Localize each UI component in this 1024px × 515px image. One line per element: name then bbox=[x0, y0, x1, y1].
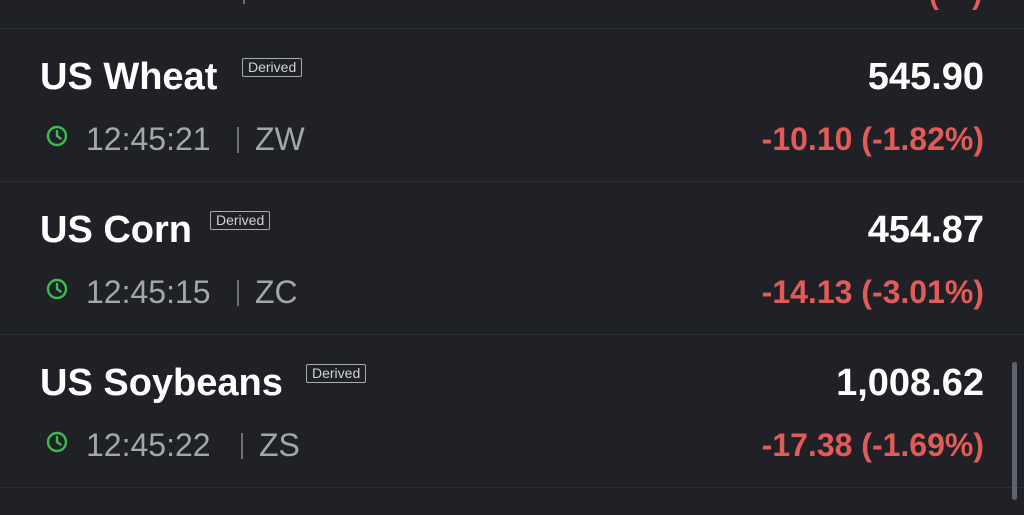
price-change: -10.10 (-1.82%) bbox=[761, 121, 984, 157]
scrollbar[interactable] bbox=[1012, 362, 1017, 500]
time-symbol-divider bbox=[241, 433, 243, 459]
last-price: 545.90 bbox=[867, 56, 984, 98]
instrument-name: US Soybeans bbox=[40, 362, 283, 404]
last-price: 1,008.62 bbox=[836, 362, 984, 404]
derived-badge: Derived bbox=[210, 211, 271, 230]
previous-row-divider bbox=[243, 0, 245, 4]
ticker-symbol: ZW bbox=[255, 121, 305, 157]
quote-time: 12:45:22 bbox=[86, 427, 211, 463]
quote-time: 12:45:15 bbox=[86, 274, 211, 310]
clock-icon bbox=[46, 125, 68, 147]
derived-badge: Derived bbox=[306, 364, 367, 383]
quote-row-us-wheat[interactable]: US Wheat Derived 545.90 12:45:21 ZW -10.… bbox=[0, 29, 1024, 182]
ticker-symbol: ZS bbox=[259, 427, 300, 463]
ticker-symbol: ZC bbox=[255, 274, 298, 310]
price-change: -14.13 (-3.01%) bbox=[761, 274, 984, 310]
clock-icon bbox=[46, 431, 68, 453]
last-price: 454.87 bbox=[867, 209, 984, 251]
time-symbol-divider bbox=[237, 280, 239, 306]
clock-icon bbox=[46, 278, 68, 300]
instrument-name: US Corn bbox=[40, 209, 192, 251]
derived-badge: Derived bbox=[242, 58, 303, 77]
quote-row-us-corn[interactable]: US Corn Derived 454.87 12:45:15 ZC -14.1… bbox=[0, 182, 1024, 335]
time-symbol-divider bbox=[237, 127, 239, 153]
price-change: -17.38 (-1.69%) bbox=[761, 427, 984, 463]
previous-row-partial[interactable]: ( ) bbox=[0, 0, 1024, 29]
previous-row-change: ( ) bbox=[929, 0, 984, 12]
instrument-name: US Wheat bbox=[40, 56, 218, 98]
quote-time: 12:45:21 bbox=[86, 121, 211, 157]
quote-row-us-soybeans[interactable]: US Soybeans Derived 1,008.62 12:45:22 ZS… bbox=[0, 335, 1024, 488]
